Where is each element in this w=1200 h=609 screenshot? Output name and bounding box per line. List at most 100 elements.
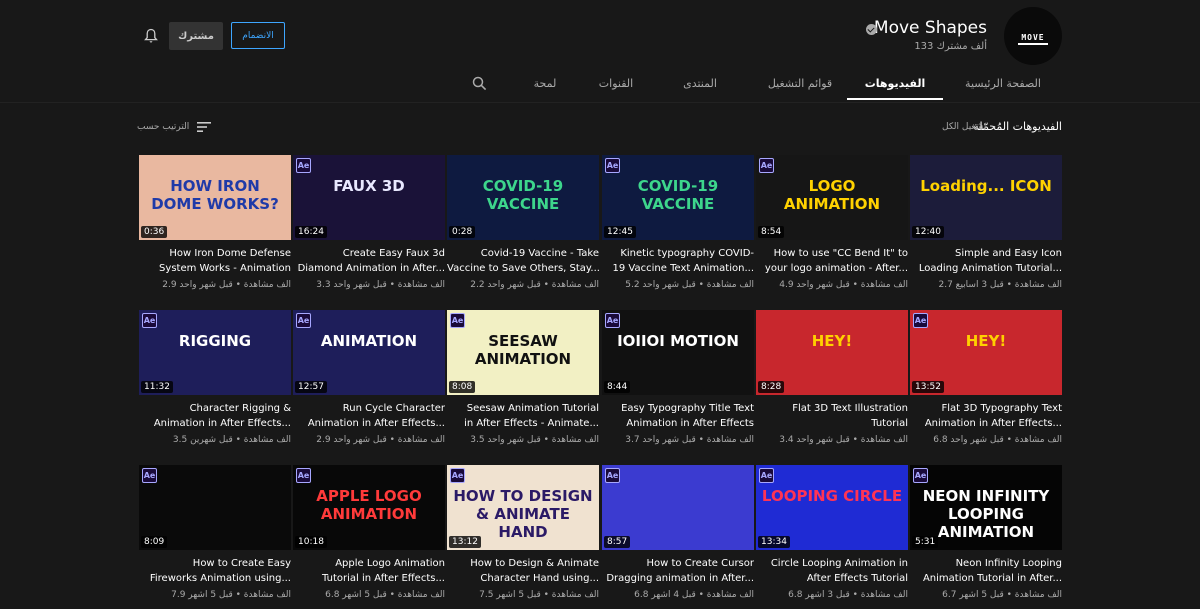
video-title[interactable]: Covid-19 Vaccine - Take Vaccine to Save O… — [447, 246, 599, 276]
search-icon[interactable] — [472, 76, 487, 91]
video-card[interactable]: COVID-19 VACCINE Ae 12:45 Kinetic typograph… — [602, 155, 754, 290]
video-title-line: Animation Tutorial in After... — [922, 573, 1062, 584]
tab-community[interactable]: المنتدى — [665, 77, 735, 90]
video-title-line: Easy Typography Title Text — [621, 403, 754, 414]
channel-tabs: الصفحة الرئيسية الفيديوهات قوائم التشغيل… — [0, 66, 1200, 102]
video-duration: 12:45 — [604, 226, 636, 238]
video-meta: 3.5 ألف مشاهدة • قبل شهرين — [172, 435, 291, 445]
video-title[interactable]: How to Create Cursor Dragging animation i… — [602, 556, 754, 586]
video-duration: 8:54 — [758, 226, 785, 238]
video-title[interactable]: Simple and Easy Icon Loading Animation Tu… — [910, 246, 1062, 276]
video-thumbnail[interactable]: LOGO ANIMATION Ae 8:54 — [756, 155, 908, 240]
video-thumbnail[interactable]: HOW IRON DOME WORKS? 0:36 — [139, 155, 291, 240]
video-title[interactable]: Create Easy Faux 3d Diamond Animation in … — [293, 246, 445, 276]
video-title[interactable]: How to Design & Animate Character Hand us… — [447, 556, 599, 586]
avatar-logo-underline — [1018, 43, 1048, 45]
video-card[interactable]: HEY! 8:28 Flat 3D Text Illustration Tutoria… — [756, 310, 908, 445]
video-card[interactable]: Ae 8:57 How to Create Cursor Dragging anima… — [602, 465, 754, 600]
thumbnail-text: LOOPING CIRCLE — [761, 487, 903, 505]
video-card[interactable]: Loading... ICON 12:40 Simple and Easy Icon… — [910, 155, 1062, 290]
video-title[interactable]: Character Rigging & Animation in After Ef… — [139, 401, 291, 431]
video-meta: 3.4 ألف مشاهدة • قبل شهر واحد — [779, 435, 908, 445]
video-thumbnail[interactable]: Ae 8:57 — [602, 465, 754, 550]
video-title[interactable]: Kinetic typography COVID- 19 Vaccine Text… — [602, 246, 754, 276]
video-thumbnail[interactable]: SEESAW ANIMATION Ae 8:08 — [447, 310, 599, 395]
video-thumbnail[interactable]: Ae 8:09 — [139, 465, 291, 550]
video-thumbnail[interactable]: IOIIOI MOTION Ae 8:44 — [602, 310, 754, 395]
video-meta: 2.9 ألف مشاهدة • قبل شهر واحد — [316, 435, 445, 445]
video-title[interactable]: Seesaw Animation Tutorial in After Effect… — [447, 401, 599, 431]
thumbnail-text: ANIMATION — [320, 332, 418, 350]
video-duration: 8:08 — [449, 381, 476, 393]
video-card[interactable]: SEESAW ANIMATION Ae 8:08 Seesaw Animation T… — [447, 310, 599, 445]
video-card[interactable]: Ae 8:09 How to Create Easy Fireworks Animat… — [139, 465, 291, 600]
video-thumbnail[interactable]: LOOPING CIRCLE Ae 13:34 — [756, 465, 908, 550]
video-title-line: After Effects Tutorial — [806, 573, 908, 584]
video-card[interactable]: APPLE LOGO ANIMATION Ae 10:18 Apple Logo An… — [293, 465, 445, 600]
video-title[interactable]: How to Create Easy Fireworks Animation us… — [139, 556, 291, 586]
video-thumbnail[interactable]: HEY! Ae 13:52 — [910, 310, 1062, 395]
channel-avatar[interactable]: MOVE — [1004, 7, 1062, 65]
video-meta: 6.8 ألف مشاهدة • قبل 4 أشهر — [634, 590, 754, 600]
video-title[interactable]: Easy Typography Title Text Animation in A… — [602, 401, 754, 431]
video-title[interactable]: Flat 3D Text Illustration Tutorial — [756, 401, 908, 431]
sort-control[interactable]: الترتيب حسب — [137, 120, 212, 134]
video-thumbnail[interactable]: RIGGING Ae 11:32 — [139, 310, 291, 395]
thumbnail-text: COVID-19 VACCINE — [637, 177, 719, 213]
video-title-line: Loading Animation Tutorial... — [918, 263, 1062, 274]
tab-videos[interactable]: الفيديوهات — [855, 77, 935, 90]
video-meta: 7.9 ألف مشاهدة • قبل 5 أشهر — [171, 590, 291, 600]
video-thumbnail[interactable]: COVID-19 VACCINE 0:28 — [447, 155, 599, 240]
video-card[interactable]: IOIIOI MOTION Ae 8:44 Easy Typography Title… — [602, 310, 754, 445]
video-title[interactable]: Circle Looping Animation in After Effects… — [756, 556, 908, 586]
video-title[interactable]: How Iron Dome Defense System Works - Anim… — [139, 246, 291, 276]
thumbnail-text: IOIIOI MOTION — [617, 332, 739, 350]
tab-home[interactable]: الصفحة الرئيسية — [963, 77, 1043, 90]
play-all-link[interactable]: تشغيل الكل — [942, 122, 986, 132]
video-title-line: Neon Infinity Looping — [955, 558, 1062, 569]
tab-about[interactable]: لمحة — [520, 77, 570, 90]
video-title-line: Create Easy Faux 3d — [342, 248, 445, 259]
video-thumbnail[interactable]: HEY! 8:28 — [756, 310, 908, 395]
video-title[interactable]: Run Cycle Character Animation in After Ef… — [293, 401, 445, 431]
video-title-line: Dragging animation in After... — [606, 573, 754, 584]
video-thumbnail[interactable]: COVID-19 VACCINE Ae 12:45 — [602, 155, 754, 240]
video-card[interactable]: LOOPING CIRCLE Ae 13:34 Circle Looping Anim… — [756, 465, 908, 600]
video-title-line: Seesaw Animation Tutorial — [466, 403, 599, 414]
tab-channels[interactable]: القنوات — [584, 77, 648, 90]
video-title-line: Animation in After Effects... — [924, 418, 1062, 429]
video-title-line: Simple and Easy Icon — [955, 248, 1062, 259]
video-meta: 5.2 ألف مشاهدة • قبل شهر واحد — [625, 280, 754, 290]
video-card[interactable]: NEON INFINITY LOOPING ANIMATION Ae 5:31 Neo… — [910, 465, 1062, 600]
video-thumbnail[interactable]: ANIMATION Ae 12:57 — [293, 310, 445, 395]
video-card[interactable]: RIGGING Ae 11:32 Character Rigging & Animati… — [139, 310, 291, 445]
video-thumbnail[interactable]: NEON INFINITY LOOPING ANIMATION Ae 5:31 — [910, 465, 1062, 550]
video-card[interactable]: FAUX 3D Ae 16:24 Create Easy Faux 3d Diamond… — [293, 155, 445, 290]
video-title[interactable]: Flat 3D Typography Text Animation in Afte… — [910, 401, 1062, 431]
after-effects-icon: Ae — [605, 313, 620, 328]
subscribed-button[interactable]: مشترك — [169, 22, 223, 50]
thumbnail-text: HEY! — [811, 332, 853, 350]
active-tab-indicator — [847, 98, 943, 100]
video-title-line: Vaccine to Save Others, Stay... — [447, 263, 599, 274]
video-thumbnail[interactable]: HOW TO DESIGN & ANIMATE HAND Ae 13:12 — [447, 465, 599, 550]
video-card[interactable]: HOW TO DESIGN & ANIMATE HAND Ae 13:12 How t… — [447, 465, 599, 600]
video-card[interactable]: HOW IRON DOME WORKS? 0:36 How Iron Dome De… — [139, 155, 291, 290]
video-thumbnail[interactable]: APPLE LOGO ANIMATION Ae 10:18 — [293, 465, 445, 550]
header-divider — [0, 102, 1200, 103]
video-thumbnail[interactable]: FAUX 3D Ae 16:24 — [293, 155, 445, 240]
video-title[interactable]: Neon Infinity Looping Animation Tutorial … — [910, 556, 1062, 586]
video-card[interactable]: HEY! Ae 13:52 Flat 3D Typography Text Animat… — [910, 310, 1062, 445]
video-title[interactable]: How to use "CC Bend It" to your logo anim… — [756, 246, 908, 276]
bell-icon[interactable] — [144, 28, 158, 44]
after-effects-icon: Ae — [450, 468, 465, 483]
tab-playlists[interactable]: قوائم التشغيل — [760, 77, 840, 90]
video-title[interactable]: Apple Logo Animation Tutorial in After Ef… — [293, 556, 445, 586]
video-card[interactable]: LOGO ANIMATION Ae 8:54 How to use "CC Bend … — [756, 155, 908, 290]
video-duration: 8:57 — [604, 536, 631, 548]
video-thumbnail[interactable]: Loading... ICON 12:40 — [910, 155, 1062, 240]
video-card[interactable]: ANIMATION Ae 12:57 Run Cycle Character Anima… — [293, 310, 445, 445]
video-card[interactable]: COVID-19 VACCINE 0:28 Covid-19 Vaccine - T… — [447, 155, 599, 290]
join-button[interactable]: الانضمام — [231, 22, 285, 49]
video-title-line: How to Create Easy — [192, 558, 291, 569]
